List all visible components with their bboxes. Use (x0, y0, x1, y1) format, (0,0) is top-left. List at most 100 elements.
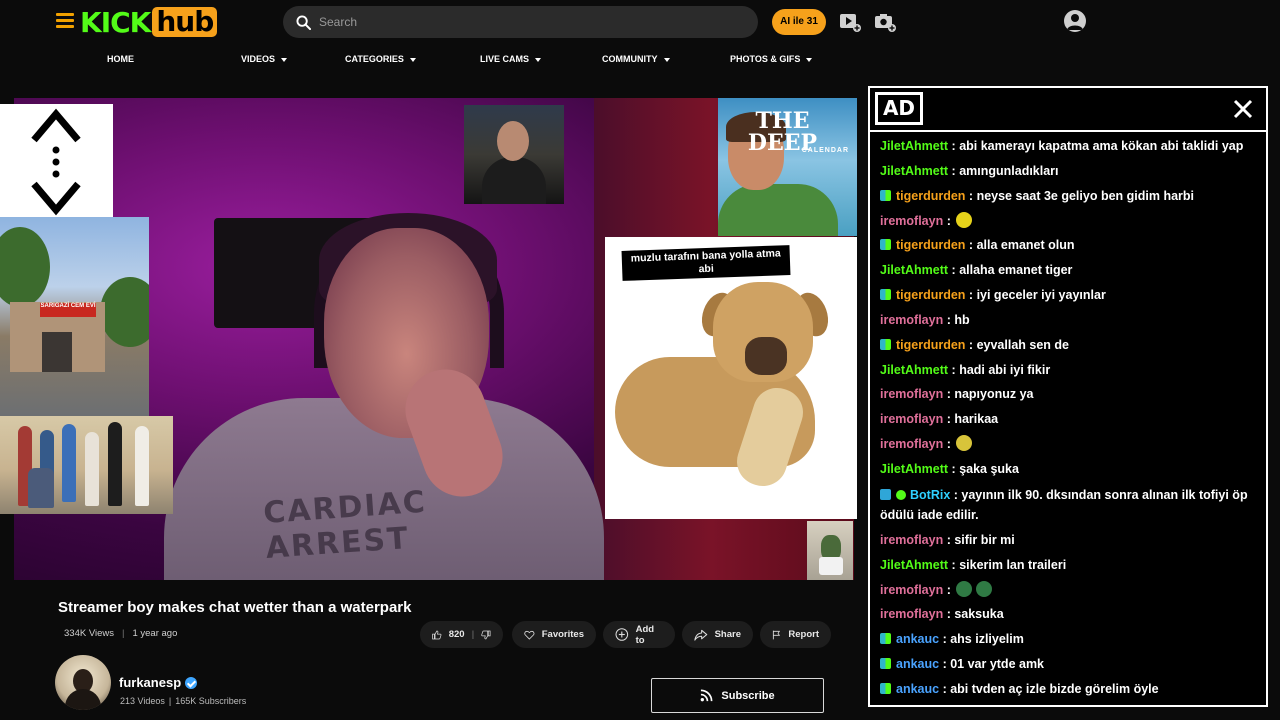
camera-upload-icon[interactable] (874, 12, 896, 32)
emote-corn-icon (956, 435, 973, 452)
chat-username[interactable]: JiletAhmett (880, 363, 948, 377)
nav-photos-gifs[interactable]: PHOTOS & GIFS (730, 54, 813, 64)
chat-username[interactable]: JiletAhmett (880, 139, 948, 153)
nav-videos[interactable]: VIDEOS (241, 54, 288, 64)
subscribe-button[interactable]: Subscribe (651, 678, 824, 713)
chat-message: JiletAhmett : şaka şuka (880, 457, 1256, 482)
chat-text: eyvallah sen de (976, 337, 1069, 352)
chat-text: iyi geceler iyi yayınlar (976, 288, 1106, 303)
channel-name[interactable]: furkanesp (119, 675, 198, 690)
building-sign: SARIGAZİ CEM EVİ (40, 303, 96, 317)
chat-username[interactable]: ankauc (896, 657, 939, 671)
chat-text: harikaa (954, 412, 999, 427)
plus-circle-icon (615, 628, 629, 641)
add-to-button[interactable]: Add to (603, 621, 675, 648)
channel-avatar[interactable] (55, 655, 111, 710)
site-logo[interactable]: KICK hub (80, 6, 218, 39)
chat-username[interactable]: iremoflayn (880, 607, 943, 621)
chat-text: abi kamerayı kapatma ama kökan abi takli… (959, 139, 1244, 153)
nav-community[interactable]: COMMUNITY (602, 54, 670, 64)
chat-colon: : (948, 263, 960, 278)
chat-colon: : (948, 461, 960, 476)
report-button[interactable]: Report (760, 621, 831, 648)
share-button[interactable]: Share (682, 621, 753, 648)
chat-username[interactable]: ankauc (896, 632, 939, 646)
verified-check-icon (185, 676, 198, 689)
chat-message: iremoflayn : sifir bir mi (880, 528, 1256, 553)
favorites-button[interactable]: Favorites (512, 621, 596, 648)
chat-colon: : (939, 681, 951, 696)
chat-username[interactable]: BotRix (910, 488, 950, 502)
video-meta: 334K Views | 1 year ago (64, 628, 177, 639)
search-icon[interactable] (296, 14, 311, 30)
dog-meme-overlay: muzlu tarafını bana yolla atma abi (605, 237, 857, 519)
bot-badge-icon (880, 488, 891, 500)
flag-icon (772, 630, 781, 639)
chat-username[interactable]: tigerdurden (896, 189, 965, 203)
chat-username[interactable]: iremoflayn (880, 412, 943, 426)
thumbs-down-icon[interactable] (481, 628, 491, 642)
chat-username[interactable]: ankauc (896, 682, 939, 696)
hamburger-icon[interactable] (56, 13, 74, 29)
nav-home[interactable]: HOME (107, 54, 134, 64)
chat-username[interactable]: iremoflayn (880, 437, 943, 451)
chat-username[interactable]: iremoflayn (880, 583, 943, 597)
chat-message: JiletAhmett : amıngunladıkları (880, 159, 1256, 184)
search-bar[interactable] (283, 6, 758, 38)
chat-username[interactable]: iremoflayn (880, 313, 943, 327)
chat-username[interactable]: tigerdurden (896, 238, 965, 252)
plant-photo-overlay (807, 521, 853, 580)
like-count: 820 (448, 629, 465, 640)
chat-username[interactable]: JiletAhmett (880, 263, 948, 277)
nav-live-cams[interactable]: LIVE CAMS (480, 54, 542, 64)
search-input[interactable] (319, 15, 739, 29)
chat-colon: : (965, 337, 977, 352)
chat-message-list: JiletAhmett : abi kamerayı kapatma ama k… (870, 132, 1266, 702)
building-door (42, 332, 72, 372)
subscribe-label: Subscribe (721, 689, 775, 702)
chat-username[interactable]: tigerdurden (896, 338, 965, 352)
chat-colon: : (943, 213, 955, 228)
chat-colon: : (950, 487, 962, 502)
subscriber-badge-icon (880, 289, 891, 301)
chat-message: ankauc : 01 var ytde amk (880, 652, 1256, 677)
chat-username[interactable]: JiletAhmett (880, 164, 948, 178)
chat-text: hadi abi iyi fikir (959, 362, 1051, 377)
chevron-down-icon (409, 57, 416, 62)
chat-text: amıngunladıkları (959, 163, 1059, 178)
chat-message: BotRix : yayının ilk 90. dksından sonra … (880, 482, 1256, 528)
chat-username[interactable]: JiletAhmett (880, 558, 948, 572)
chat-colon: : (948, 557, 960, 572)
building-photo-overlay: SARIGAZİ CEM EVİ (0, 217, 149, 416)
chat-colon: : (943, 582, 955, 597)
chat-text: alla emanet olun (976, 238, 1075, 253)
close-icon[interactable] (1230, 96, 1256, 122)
user-avatar-icon[interactable] (1064, 10, 1086, 32)
nav-categories-label: CATEGORIES (345, 54, 404, 64)
chat-header: AD (870, 88, 1266, 132)
chat-username[interactable]: iremoflayn (880, 387, 943, 401)
chat-colon: : (943, 607, 955, 622)
subscriber-badge-icon (880, 338, 891, 350)
chat-username[interactable]: iremoflayn (880, 214, 943, 228)
logo-hub-text: hub (152, 7, 218, 37)
chat-message: iremoflayn : hb (880, 308, 1256, 333)
main-nav: HOME VIDEOS CATEGORIES LIVE CAMS COMMUNI… (0, 54, 860, 68)
favorites-label: Favorites (541, 629, 584, 640)
share-label: Share (714, 629, 741, 640)
meme-caption: muzlu tarafını bana yolla atma abi (621, 245, 791, 281)
chat-colon: : (948, 139, 960, 153)
thumbs-up-icon[interactable] (432, 628, 442, 642)
video-upload-icon[interactable] (839, 12, 861, 32)
view-count: 334K Views (64, 628, 114, 639)
chat-username[interactable]: iremoflayn (880, 533, 943, 547)
scroll-arrows-overlay[interactable] (0, 104, 113, 217)
nav-categories[interactable]: CATEGORIES (345, 54, 416, 64)
chat-text: hb (954, 312, 970, 327)
chat-colon: : (965, 188, 977, 203)
chat-username[interactable]: tigerdurden (896, 288, 965, 302)
channel-name-text: furkanesp (119, 675, 182, 690)
chat-username[interactable]: JiletAhmett (880, 462, 948, 476)
emote-yellow-icon (956, 211, 973, 228)
ai-cta-button[interactable]: AI ile 31 (772, 9, 826, 35)
